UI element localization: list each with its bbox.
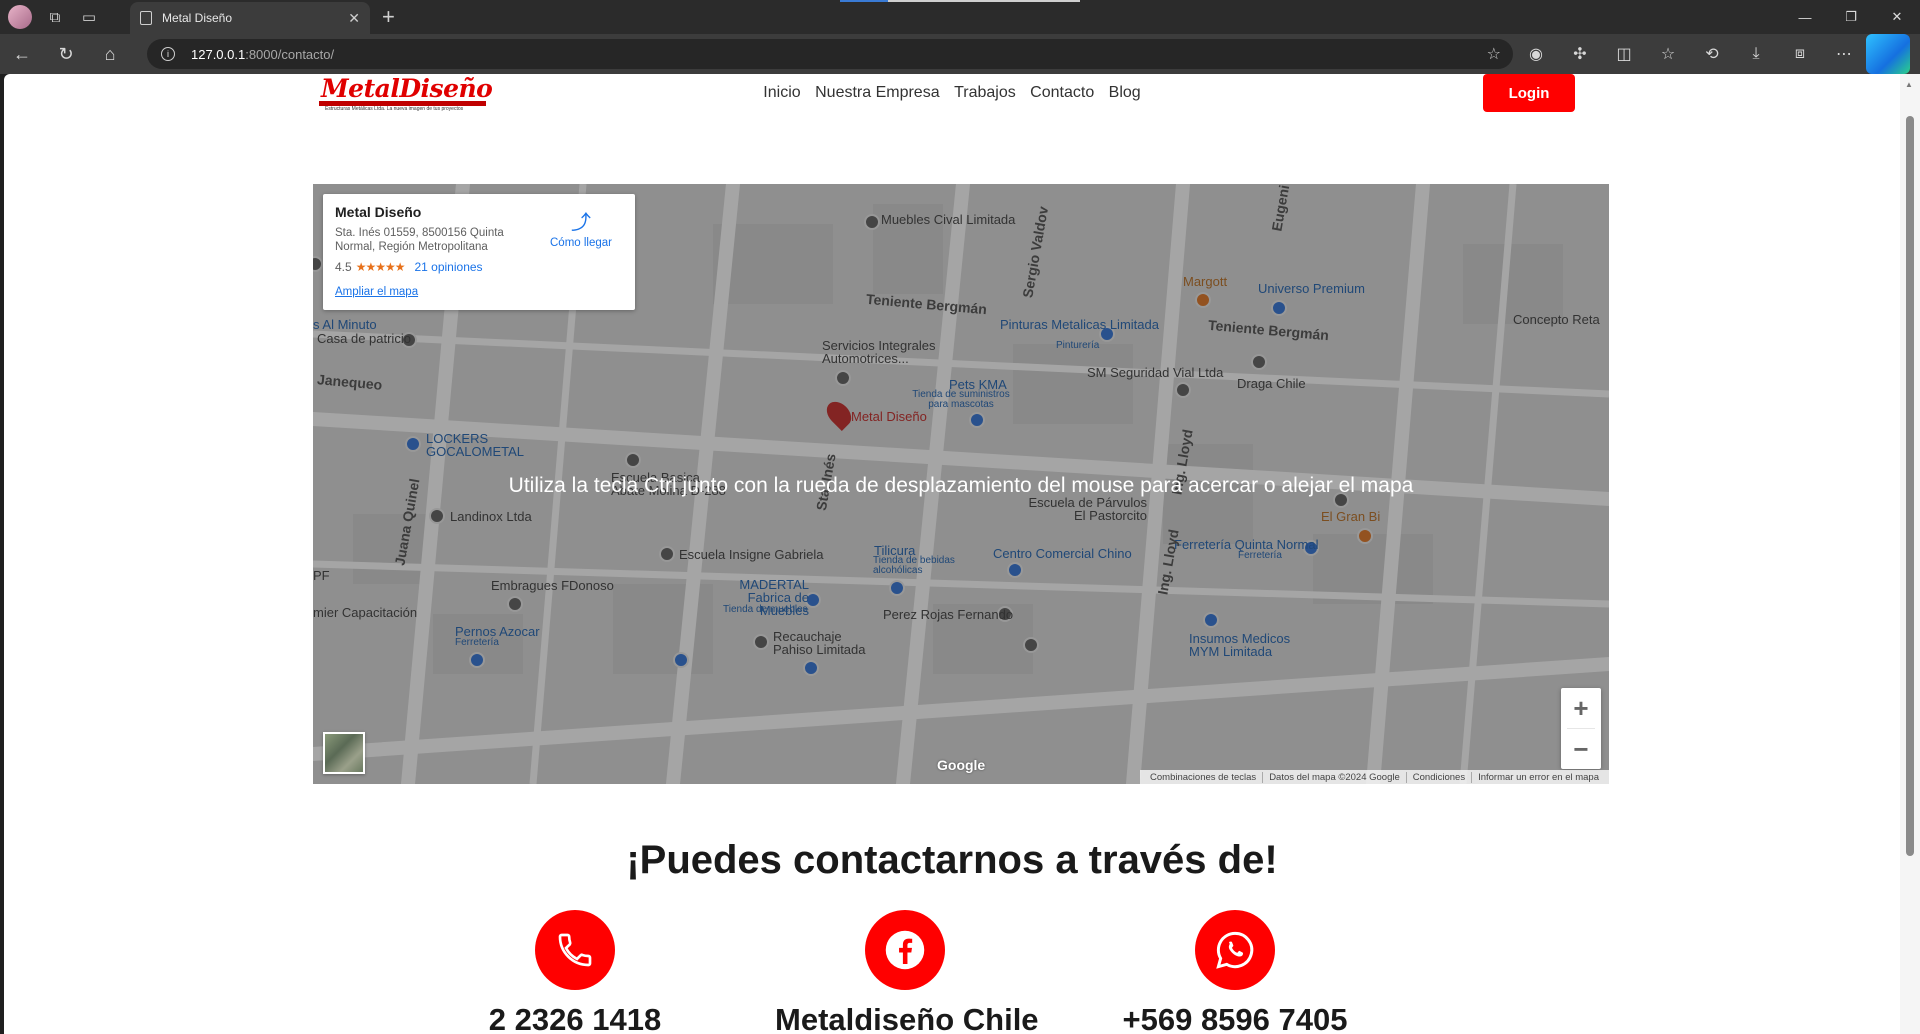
extensions-icon[interactable]: ✣ — [1558, 34, 1602, 74]
contact-facebook[interactable]: Metaldiseño Chile — [775, 910, 1039, 1034]
more-icon[interactable]: ⋯ — [1822, 34, 1866, 74]
map-ctrl-message: Utiliza la tecla Ctrl junto con la rueda… — [508, 474, 1414, 497]
copilot-icon[interactable] — [1866, 34, 1910, 74]
nav-inicio[interactable]: Inicio — [763, 84, 800, 101]
reviews-link[interactable]: 21 opiniones — [414, 260, 482, 274]
restore-icon[interactable]: ❐ — [1828, 0, 1874, 34]
nav-blog[interactable]: Blog — [1109, 84, 1141, 101]
workspaces-icon[interactable]: ⧉ — [38, 0, 72, 34]
back-icon[interactable]: ← — [0, 34, 44, 74]
scroll-up-icon[interactable]: ▲ — [1905, 80, 1913, 89]
contact-whatsapp[interactable]: +569 8596 7405 — [1105, 910, 1365, 1034]
terms-link[interactable]: Condiciones — [1407, 771, 1473, 783]
logo-tagline: Estructuras Metálicas Ltda. La nueva ima… — [325, 106, 464, 112]
browser-tools: ◉ ✣ ◫ ☆ ⟲ ⤓ ⧈ ⋯ — [1514, 34, 1910, 74]
contact-whatsapp-text: +569 8596 7405 — [1122, 1002, 1348, 1034]
place-rating-row: 4.5 ★★★★★ 21 opiniones — [335, 260, 623, 274]
downloads-icon[interactable]: ⤓ — [1734, 34, 1778, 74]
minimize-icon[interactable]: — — [1782, 0, 1828, 34]
rating-value: 4.5 — [335, 260, 352, 274]
window-controls: — ❐ ✕ — [1782, 0, 1920, 34]
contact-facebook-text: Metaldiseño Chile — [775, 1002, 1039, 1034]
tab-title: Metal Diseño — [162, 11, 233, 25]
browser-tab[interactable]: Metal Diseño ✕ — [130, 2, 370, 34]
directions-label: Cómo llegar — [550, 237, 612, 249]
close-tab-icon[interactable]: ✕ — [348, 10, 360, 27]
place-address: Sta. Inés 01559, 8500156 Quinta Normal, … — [335, 227, 504, 253]
map-attribution: Combinaciones de teclas Datos del mapa ©… — [1140, 770, 1609, 784]
zoom-out-button[interactable]: − — [1561, 729, 1601, 769]
page-icon — [140, 11, 152, 25]
login-button[interactable]: Login — [1483, 74, 1575, 112]
loading-indicator — [840, 0, 1080, 2]
google-logo: Google — [937, 757, 986, 773]
page-viewport: MetalDiseño Estructuras Metálicas Ltda. … — [4, 74, 1900, 1034]
main-nav: Inicio Nuestra Empresa Trabajos Contacto… — [4, 84, 1900, 102]
directions-button[interactable]: ⤴ Cómo llegar — [541, 206, 621, 249]
profile-avatar[interactable] — [8, 5, 32, 29]
new-tab-icon[interactable]: + — [382, 4, 395, 30]
contact-title: ¡Puedes contactarnos a través de! — [626, 838, 1278, 882]
keyboard-shortcuts-link[interactable]: Combinaciones de teclas — [1144, 771, 1264, 783]
refresh-icon[interactable]: ↻ — [44, 34, 88, 74]
satellite-toggle-thumbnail[interactable] — [323, 732, 365, 774]
contact-phone[interactable]: 2 2326 1418 — [445, 910, 705, 1034]
report-error-link[interactable]: Informar un error en el mapa — [1472, 772, 1605, 783]
favorite-star-icon[interactable]: ☆ — [1487, 44, 1501, 64]
tab-actions-icon[interactable]: ▭ — [72, 0, 106, 34]
url-path: :8000/contacto/ — [245, 46, 335, 62]
phone-icon[interactable] — [535, 910, 615, 990]
site-info-icon[interactable]: i — [161, 47, 175, 61]
facebook-icon[interactable] — [865, 910, 945, 990]
map-data-text: Datos del mapa ©2024 Google — [1263, 771, 1407, 783]
page-scrollbar[interactable]: ▲ — [1900, 74, 1920, 1034]
enlarge-map-link[interactable]: Ampliar el mapa — [335, 286, 623, 298]
split-screen-icon[interactable]: ◫ — [1602, 34, 1646, 74]
browser-toolbar: ← ↻ ⌂ i 127.0.0.1:8000/contacto/ ☆ ◉ ✣ ◫… — [0, 34, 1920, 74]
history-icon[interactable]: ⟲ — [1690, 34, 1734, 74]
favorites-icon[interactable]: ☆ — [1646, 34, 1690, 74]
nav-nuestra-empresa[interactable]: Nuestra Empresa — [815, 84, 940, 101]
place-info-card: Metal Diseño Sta. Inés 01559, 8500156 Qu… — [323, 194, 635, 310]
rating-stars-icon: ★★★★★ — [355, 260, 406, 274]
contact-phone-text: 2 2326 1418 — [488, 1002, 662, 1034]
tracking-icon[interactable]: ◉ — [1514, 34, 1558, 74]
embedded-map[interactable]: Muebles Cival Limitada Teniente Bergmán … — [313, 184, 1609, 784]
scrollbar-thumb[interactable] — [1906, 116, 1914, 856]
zoom-controls: + − — [1561, 688, 1601, 769]
zoom-in-button[interactable]: + — [1561, 688, 1601, 728]
home-icon[interactable]: ⌂ — [88, 34, 132, 74]
browser-tab-bar: ⧉ ▭ Metal Diseño ✕ + — ❐ ✕ — [0, 0, 1920, 34]
url-host: 127.0.0.1 — [191, 46, 246, 62]
directions-icon: ⤴ — [571, 212, 591, 234]
close-window-icon[interactable]: ✕ — [1874, 0, 1920, 34]
address-bar[interactable]: i 127.0.0.1:8000/contacto/ ☆ — [147, 39, 1513, 69]
screenshot-icon[interactable]: ⧈ — [1778, 34, 1822, 74]
nav-trabajos[interactable]: Trabajos — [954, 84, 1016, 101]
nav-contacto[interactable]: Contacto — [1030, 84, 1094, 101]
whatsapp-icon[interactable] — [1195, 910, 1275, 990]
